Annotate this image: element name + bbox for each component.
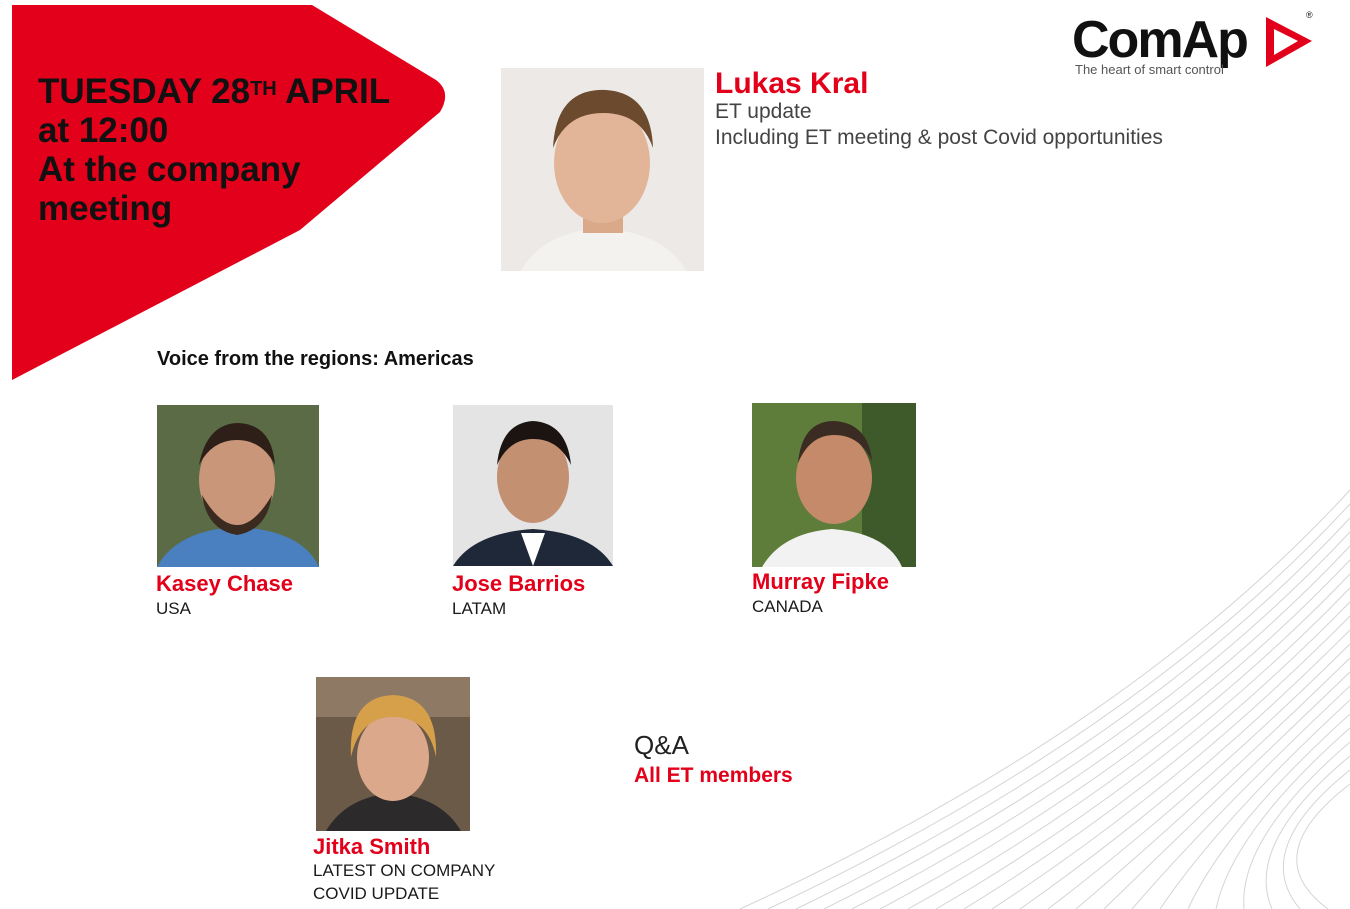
- main-speaker-topic-1: ET update: [715, 100, 812, 123]
- speaker-region-kasey: USA: [156, 599, 191, 618]
- decorative-line: [1282, 769, 1350, 909]
- decorative-line: [1187, 713, 1350, 909]
- date-superscript: TH: [250, 78, 277, 100]
- logo-wordmark: ComAp: [1072, 11, 1249, 69]
- decorative-line: [935, 587, 1350, 909]
- decorative-line: [1047, 643, 1350, 909]
- person-portrait-icon: [453, 405, 613, 566]
- play-arrow-icon: [1266, 17, 1312, 67]
- event-date-text: TUESDAY 28TH APRIL at 12:00 At the compa…: [38, 72, 390, 228]
- speaker-topic-line-1: LATEST ON COMPANY: [313, 861, 496, 880]
- decorative-line: [1265, 755, 1350, 909]
- date-line-a: TUESDAY 28: [38, 72, 251, 111]
- speaker-photo-lukas: [501, 68, 704, 271]
- decorative-line: [1019, 629, 1350, 909]
- speaker-photo-jitka: [316, 677, 470, 831]
- logo-tagline: The heart of smart control: [1075, 62, 1224, 77]
- decorative-line: [1075, 657, 1350, 909]
- speaker-name-jitka: Jitka Smith: [313, 834, 431, 859]
- person-portrait-icon: [316, 677, 470, 831]
- speaker-topic-line-2: COVID UPDATE: [313, 884, 440, 903]
- decorative-lines: [739, 489, 1350, 909]
- decorative-line: [767, 503, 1350, 909]
- location-line-1: At the company: [38, 150, 301, 189]
- date-line-b: APRIL: [276, 72, 391, 111]
- decorative-line: [795, 517, 1350, 909]
- speaker-name-kasey: Kasey Chase: [156, 571, 293, 596]
- section-title: Voice from the regions: Americas: [157, 348, 474, 370]
- decorative-line: [1159, 699, 1350, 909]
- speaker-photo-kasey: [157, 405, 319, 567]
- speaker-region-jose: LATAM: [452, 599, 507, 618]
- decorative-line: [1296, 783, 1350, 909]
- main-speaker-name: Lukas Kral: [715, 67, 869, 100]
- decorative-line: [1215, 727, 1350, 909]
- person-portrait-icon: [157, 405, 319, 567]
- speaker-name-jose: Jose Barrios: [452, 571, 586, 596]
- location-line-2: meeting: [38, 189, 173, 228]
- registered-mark: ®: [1306, 10, 1313, 20]
- person-portrait-icon: [501, 68, 704, 271]
- qa-title: Q&A: [634, 730, 689, 760]
- decorative-line: [739, 489, 1350, 909]
- speaker-photo-jose: [453, 405, 613, 566]
- time-line: at 12:00: [38, 111, 169, 150]
- main-speaker-topic-2: Including ET meeting & post Covid opport…: [715, 126, 1163, 149]
